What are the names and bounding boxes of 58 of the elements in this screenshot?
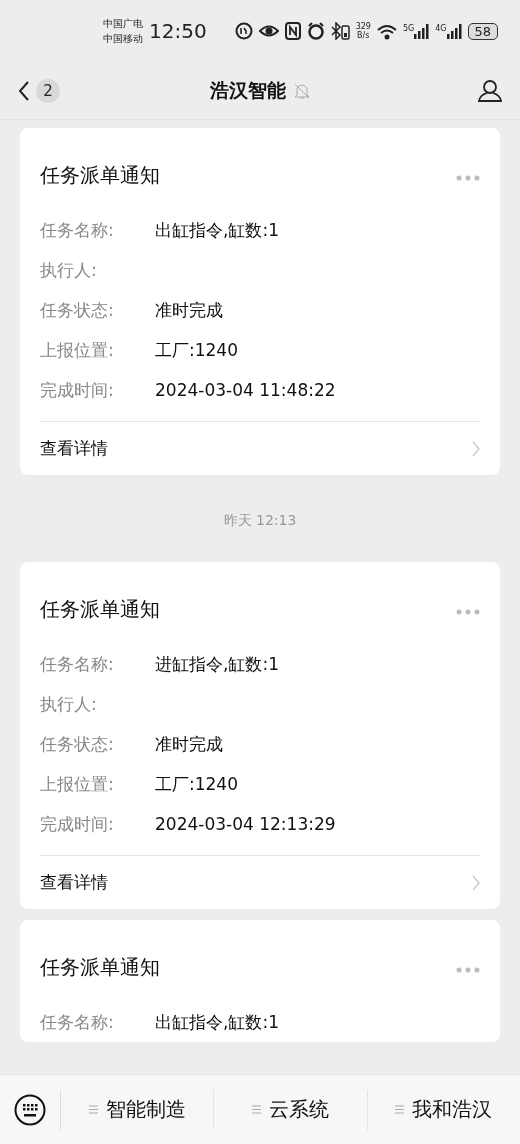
field-label: 执行人: — [40, 692, 98, 716]
view-details-link[interactable]: 查看详情 — [40, 855, 480, 909]
menu-icon — [252, 1105, 261, 1114]
menu-tab[interactable]: 我和浩汉 — [366, 1089, 520, 1130]
muted-bell-icon — [294, 82, 310, 99]
clock-time: 12:50 — [149, 19, 207, 43]
field-value: 出缸指令,缸数:1 — [155, 1010, 279, 1034]
field-value: 准时完成 — [155, 732, 223, 756]
field-value: 2024-03-04 12:13:29 — [155, 814, 336, 834]
alarm-icon — [306, 22, 325, 40]
field-label: 任务名称: — [40, 652, 115, 676]
network-speed: 329 — [355, 22, 371, 31]
bluetooth-battery-icon — [330, 22, 350, 40]
menu-icon — [88, 1105, 98, 1114]
menu-tab[interactable]: 智能制造 — [61, 1089, 214, 1130]
wifi-icon — [376, 22, 397, 40]
menu-tab[interactable]: 云系统 — [213, 1089, 367, 1130]
field-value: 准时完成 — [155, 298, 223, 322]
network-speed: B/s — [357, 31, 370, 40]
view-details-link[interactable]: 查看详情 — [40, 421, 480, 475]
card-title: 任务派单通知 — [40, 161, 160, 189]
chat-title: 浩汉智能 — [210, 77, 286, 103]
more-icon[interactable] — [456, 609, 480, 615]
field-value: 进缸指令,缸数:1 — [155, 652, 279, 676]
field-value: 2024-03-04 11:48:22 — [155, 380, 336, 400]
keyboard-icon[interactable] — [14, 1093, 46, 1126]
network-type: 5G — [402, 23, 415, 33]
menu-icon — [395, 1105, 405, 1114]
field-value: 工厂:1240 — [155, 772, 238, 796]
card-title: 任务派单通知 — [40, 953, 160, 981]
network-type: 4G — [435, 23, 447, 33]
battery-level: 58 — [467, 22, 499, 40]
field-label: 任务名称: — [40, 1010, 115, 1034]
field-label: 完成时间: — [40, 812, 115, 836]
field-value: 出缸指令,缸数:1 — [155, 218, 279, 242]
field-label: 执行人: — [40, 258, 98, 282]
profile-icon[interactable] — [478, 78, 502, 103]
timestamp: 昨天 12:13 — [223, 511, 297, 530]
chevron-right-icon — [472, 874, 480, 891]
chevron-right-icon — [472, 440, 480, 457]
field-label: 上报位置: — [40, 772, 115, 796]
signal-icon — [446, 23, 462, 39]
nfc-icon — [284, 22, 301, 40]
more-icon[interactable] — [456, 175, 480, 181]
field-value: 工厂:1240 — [155, 338, 238, 362]
unread-count: 2 — [36, 78, 60, 103]
field-label: 任务名称: — [40, 218, 115, 242]
more-icon[interactable] — [456, 967, 480, 973]
card-title: 任务派单通知 — [40, 595, 160, 623]
field-label: 任务状态: — [40, 298, 115, 322]
field-label: 上报位置: — [40, 338, 115, 362]
back-button[interactable]: 2 — [18, 78, 60, 103]
signal-icon — [414, 23, 430, 39]
carrier-name: 中国广电 — [103, 17, 143, 31]
field-label: 任务状态: — [40, 732, 115, 756]
back-icon — [18, 80, 30, 101]
field-label: 完成时间: — [40, 378, 115, 402]
carrier-name: 中国移动 — [103, 32, 143, 46]
